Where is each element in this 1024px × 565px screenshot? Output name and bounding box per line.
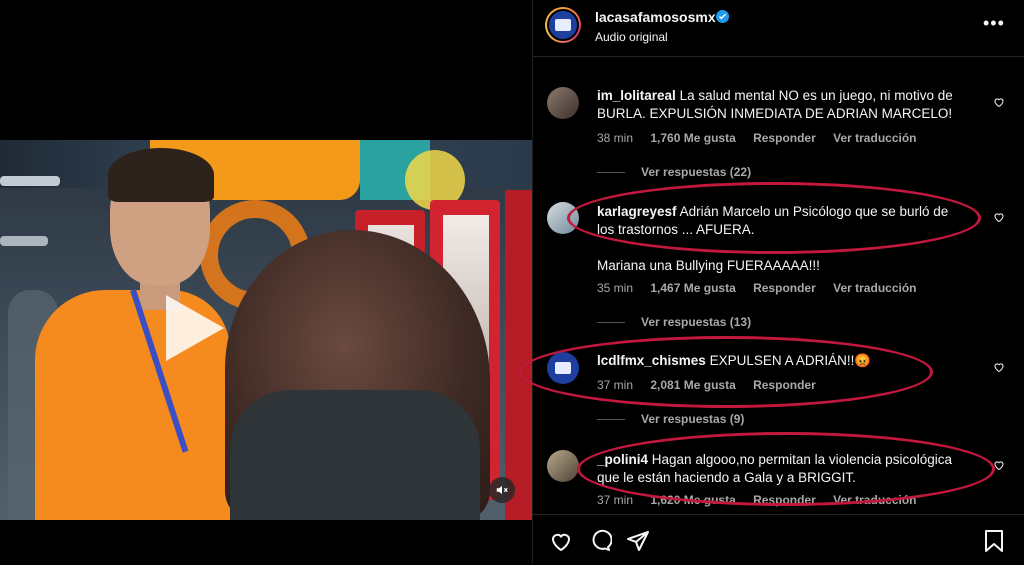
heart-icon[interactable]: [549, 529, 573, 553]
comment-body-continued: Mariana una Bullying FUERAAAAA!!!: [597, 258, 820, 273]
video-frame[interactable]: [0, 140, 532, 520]
post-actions: [533, 514, 1024, 565]
muted-speaker-icon[interactable]: [489, 477, 515, 503]
comments-panel: lacasafamososmx Audio original ••• im_lo…: [519, 0, 1024, 565]
video-panel: [0, 0, 532, 564]
comment-meta: 38 min 1,760 Me gusta Responder Ver trad…: [597, 131, 931, 145]
scene-light: [0, 176, 60, 186]
comment-body-continued: BURLA. EXPULSIÓN INMEDIATA DE ADRIAN MAR…: [597, 106, 953, 121]
heart-icon[interactable]: [993, 361, 1005, 373]
translate-button[interactable]: Ver traducción: [833, 131, 916, 145]
comment-likes[interactable]: 1,760 Me gusta: [650, 131, 735, 145]
more-options-button[interactable]: •••: [983, 14, 1005, 32]
heart-icon[interactable]: [993, 96, 1005, 108]
comment-likes[interactable]: 1,467 Me gusta: [650, 281, 735, 295]
reply-button[interactable]: Responder: [753, 131, 816, 145]
comment-time: 37 min: [597, 493, 634, 507]
highlight-ellipse: [519, 336, 933, 408]
view-replies-button[interactable]: Ver respuestas (22): [597, 165, 751, 179]
scene-woman-back: [230, 390, 480, 520]
play-icon[interactable]: [166, 295, 224, 361]
commenter-avatar[interactable]: [547, 87, 579, 119]
account-avatar-logo: [547, 9, 579, 41]
heart-icon[interactable]: [993, 211, 1005, 223]
scene-red-panel: [505, 190, 532, 520]
muted-speaker-glyph: [496, 485, 508, 495]
highlight-ellipse: [577, 432, 995, 506]
translate-button[interactable]: Ver traducción: [833, 281, 916, 295]
bookmark-icon[interactable]: [983, 529, 1005, 553]
account-name[interactable]: lacasafamososmx: [595, 9, 716, 25]
scene-light: [0, 236, 48, 246]
comment-meta: 35 min 1,467 Me gusta Responder Ver trad…: [597, 281, 931, 295]
scene-man-hair: [108, 148, 214, 202]
commenter-avatar[interactable]: [547, 450, 579, 482]
send-icon[interactable]: [626, 529, 650, 553]
audio-link[interactable]: Audio original: [595, 30, 668, 44]
verified-badge-icon: [716, 10, 729, 23]
view-replies-button[interactable]: Ver respuestas (13): [597, 315, 751, 329]
comment-icon[interactable]: [588, 529, 612, 553]
comment-body: La salud mental NO es un juego, ni motiv…: [679, 88, 953, 103]
account-avatar[interactable]: [545, 7, 581, 43]
highlight-ellipse: [567, 182, 981, 254]
view-replies-button[interactable]: Ver respuestas (9): [597, 412, 744, 426]
reply-button[interactable]: Responder: [753, 281, 816, 295]
post-header: lacasafamososmx Audio original •••: [533, 0, 1024, 57]
comment-text: im_lolitareal La salud mental NO es un j…: [597, 87, 953, 105]
comment-time: 38 min: [597, 131, 634, 145]
comment-time: 35 min: [597, 281, 634, 295]
comment-username[interactable]: im_lolitareal: [597, 88, 676, 103]
